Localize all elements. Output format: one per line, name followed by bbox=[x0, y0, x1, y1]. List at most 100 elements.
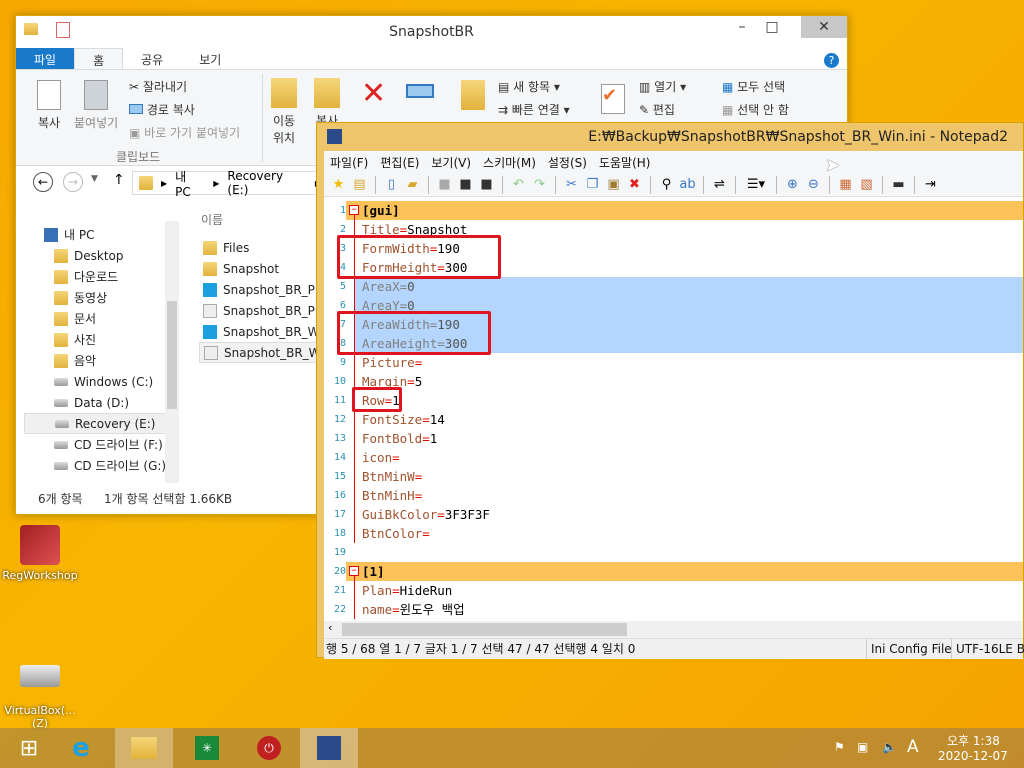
file-item[interactable]: Snapshot_BR_PE.i bbox=[199, 300, 330, 321]
move-to-button[interactable]: 이동 위치 bbox=[271, 78, 297, 146]
paste-icon[interactable]: ▣ bbox=[605, 176, 622, 193]
save-as-icon[interactable]: ■ bbox=[457, 176, 474, 193]
nav-item-desktop[interactable]: Desktop bbox=[24, 245, 179, 266]
code-line[interactable]: 9 Picture= bbox=[324, 353, 1023, 372]
code-line[interactable]: 10 Margin=5 bbox=[324, 372, 1023, 391]
back-button[interactable]: ← bbox=[33, 172, 53, 192]
save-icon[interactable]: ■ bbox=[436, 176, 453, 193]
paste-button[interactable]: 붙여넣기 bbox=[74, 80, 118, 131]
code-line[interactable]: 14 icon= bbox=[324, 448, 1023, 467]
code-line[interactable]: 12 FontSize=14 bbox=[324, 410, 1023, 429]
replace-icon[interactable]: ab bbox=[679, 176, 696, 193]
new-folder-icon[interactable] bbox=[461, 80, 485, 110]
address-bar[interactable]: ▶ 내 PC▶ Recovery (E:)▶ bbox=[132, 169, 322, 199]
breadcrumb-drive[interactable]: Recovery (E:) bbox=[227, 169, 306, 197]
taskbar-notepad2[interactable] bbox=[300, 728, 358, 768]
code-line[interactable]: 19 bbox=[324, 543, 1023, 562]
code-line[interactable]: 15 BtnMinW= bbox=[324, 467, 1023, 486]
clock-date[interactable]: 2020-12-07 bbox=[938, 749, 1008, 763]
menu-file[interactable]: 파일(F) bbox=[324, 151, 374, 173]
menu-help[interactable]: 도움말(H) bbox=[593, 151, 657, 173]
open-button[interactable]: ▥ 열기 ▾ bbox=[639, 78, 686, 95]
code-line[interactable]: 22 name=윈도우 백업 bbox=[324, 600, 1023, 619]
network-icon[interactable]: ▣ bbox=[857, 740, 868, 754]
rename-icon[interactable] bbox=[406, 84, 434, 98]
nav-item-drive-d[interactable]: Data (D:) bbox=[24, 392, 179, 413]
nav-item-my-pc[interactable]: 내 PC bbox=[24, 224, 179, 245]
desktop-icon-virtualbox[interactable]: VirtualBox(... (Z) bbox=[0, 642, 80, 730]
code-line[interactable]: 17 GuiBkColor=3F3F3F bbox=[324, 505, 1023, 524]
close-button[interactable]: ✕ bbox=[801, 16, 847, 38]
nav-item-pictures[interactable]: 사진 bbox=[24, 329, 179, 350]
fold-toggle-icon[interactable]: − bbox=[349, 566, 359, 576]
list-dropdown-icon[interactable]: ☰▾ bbox=[743, 176, 769, 193]
minimize-button[interactable]: – bbox=[727, 16, 757, 38]
select-none-button[interactable]: ▦ 선택 안 함 bbox=[722, 101, 789, 118]
nav-scrollbar[interactable] bbox=[165, 221, 179, 483]
code-line[interactable]: 11 Row=1 bbox=[324, 391, 1023, 410]
redo-icon[interactable]: ↷ bbox=[531, 176, 548, 193]
zoom-in-icon[interactable]: ⊕ bbox=[784, 176, 801, 193]
section-header-line[interactable]: 20 [1] bbox=[324, 562, 1023, 581]
properties-icon[interactable]: ✔ bbox=[601, 84, 625, 114]
customize-scheme-icon[interactable]: ▧ bbox=[858, 176, 875, 193]
text-editor[interactable]: 1 [gui] 2 Title=Snapshot 3 FormWidth=190 4 Form… bbox=[324, 200, 1023, 621]
menu-settings[interactable]: 설정(S) bbox=[542, 151, 593, 173]
file-item[interactable]: Files bbox=[199, 237, 319, 258]
delete-icon[interactable]: ✖ bbox=[626, 176, 643, 193]
scheme-icon[interactable]: ▦ bbox=[837, 176, 854, 193]
taskbar-file-explorer[interactable] bbox=[115, 728, 173, 768]
select-all-button[interactable]: ▦ 모두 선택 bbox=[722, 78, 785, 95]
edit-button[interactable]: ✎ 편집 bbox=[639, 101, 675, 118]
volume-icon[interactable]: 🔈 bbox=[882, 740, 897, 754]
section-header-line[interactable]: 1 [gui] bbox=[324, 201, 1023, 220]
open-file-icon[interactable]: ▰ bbox=[404, 176, 421, 193]
horizontal-scrollbar[interactable]: ‹ bbox=[324, 621, 1023, 638]
file-item[interactable]: Snapshot bbox=[199, 258, 319, 279]
scrollbar-thumb[interactable] bbox=[342, 623, 627, 636]
clock-time[interactable]: 오후 1:38 bbox=[947, 732, 1000, 749]
column-header-name[interactable]: 이름 bbox=[201, 211, 223, 228]
file-item[interactable]: Snapshot_BR_Win bbox=[199, 321, 330, 342]
paste-shortcut-button[interactable]: ▣ 바로 가기 붙여넣기 bbox=[129, 124, 240, 141]
delete-icon[interactable]: ✕ bbox=[361, 76, 386, 111]
taskbar-ie[interactable]: e bbox=[52, 728, 110, 768]
code-line[interactable]: 21 Plan=HideRun bbox=[324, 581, 1023, 600]
file-item[interactable]: Snapshot_BR_PE.e bbox=[199, 279, 334, 300]
console-icon[interactable]: ▬ bbox=[890, 176, 907, 193]
tab-share[interactable]: 공유 bbox=[123, 48, 181, 69]
start-button[interactable]: ⊞ bbox=[0, 728, 58, 768]
tab-view[interactable]: 보기 bbox=[181, 48, 239, 69]
taskbar-app-green[interactable]: ✳ bbox=[178, 728, 236, 768]
nav-item-drive-e[interactable]: Recovery (E:) bbox=[24, 413, 179, 434]
nav-item-drive-c[interactable]: Windows (C:) bbox=[24, 371, 179, 392]
nav-item-music[interactable]: 음악 bbox=[24, 350, 179, 371]
exit-icon[interactable]: ⇥ bbox=[922, 176, 939, 193]
action-center-flag-icon[interactable]: ⚑ bbox=[834, 740, 845, 754]
status-encoding[interactable]: UTF-16LE BO bbox=[951, 639, 1024, 659]
status-scheme[interactable]: Ini Config File bbox=[866, 639, 952, 659]
copy-path-button[interactable]: 경로 복사 bbox=[129, 101, 195, 118]
new-item-button[interactable]: ▤ 새 항목 ▾ bbox=[498, 78, 560, 95]
easy-access-button[interactable]: ⇉ 빠른 연결 ▾ bbox=[498, 101, 570, 118]
forward-button[interactable]: → bbox=[63, 172, 83, 192]
zoom-out-icon[interactable]: ⊖ bbox=[805, 176, 822, 193]
cut-button[interactable]: ✂ 잘라내기 bbox=[129, 78, 187, 95]
tab-file[interactable]: 파일 bbox=[16, 48, 75, 69]
find-icon[interactable]: ⚲ bbox=[658, 176, 675, 193]
copy-icon[interactable]: ❐ bbox=[584, 176, 601, 193]
nav-item-downloads[interactable]: 다운로드 bbox=[24, 266, 179, 287]
menu-edit[interactable]: 편집(E) bbox=[374, 151, 425, 173]
code-line[interactable]: 18 BtnColor= bbox=[324, 524, 1023, 543]
nav-item-drive-f[interactable]: CD 드라이브 (F:) bbox=[24, 434, 179, 455]
code-line[interactable]: 5 AreaX=0 bbox=[324, 277, 1023, 296]
cut-icon[interactable]: ✂ bbox=[563, 176, 580, 193]
copy-button[interactable]: 복사 bbox=[34, 80, 64, 131]
browse-icon[interactable]: ▤ bbox=[351, 176, 368, 193]
tab-home[interactable]: 홈 bbox=[74, 48, 124, 69]
nav-item-documents[interactable]: 문서 bbox=[24, 308, 179, 329]
recent-dropdown[interactable]: ▼ bbox=[91, 174, 98, 184]
nav-item-videos[interactable]: 동영상 bbox=[24, 287, 179, 308]
code-line[interactable]: 13 FontBold=1 bbox=[324, 429, 1023, 448]
scroll-left-arrow[interactable]: ‹ bbox=[328, 621, 332, 634]
